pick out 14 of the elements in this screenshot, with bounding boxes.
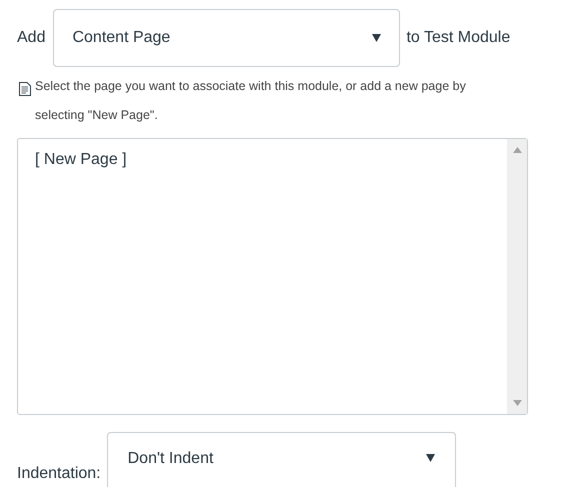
hint-text: Select the page you want to associate with this module, or add a new page by selecting "New Page". xyxy=(35,78,467,124)
caret-icon xyxy=(426,454,435,462)
add-label: Add xyxy=(17,28,46,48)
indentation-select[interactable]: Don't Indent xyxy=(106,432,456,487)
scroll-down-icon[interactable] xyxy=(512,400,522,406)
scroll-up-icon[interactable] xyxy=(512,147,522,153)
module-name-label: to Test Module xyxy=(406,28,510,48)
module-item-type-select[interactable]: Content Page xyxy=(53,9,400,67)
indentation-label: Indentation: xyxy=(17,464,101,484)
list-option[interactable]: [ New Page ] xyxy=(35,148,127,172)
scrollbar[interactable] xyxy=(507,139,527,414)
caret-icon xyxy=(372,34,382,42)
document-icon xyxy=(19,82,31,96)
page-listbox[interactable]: [ New Page ] xyxy=(17,138,528,415)
